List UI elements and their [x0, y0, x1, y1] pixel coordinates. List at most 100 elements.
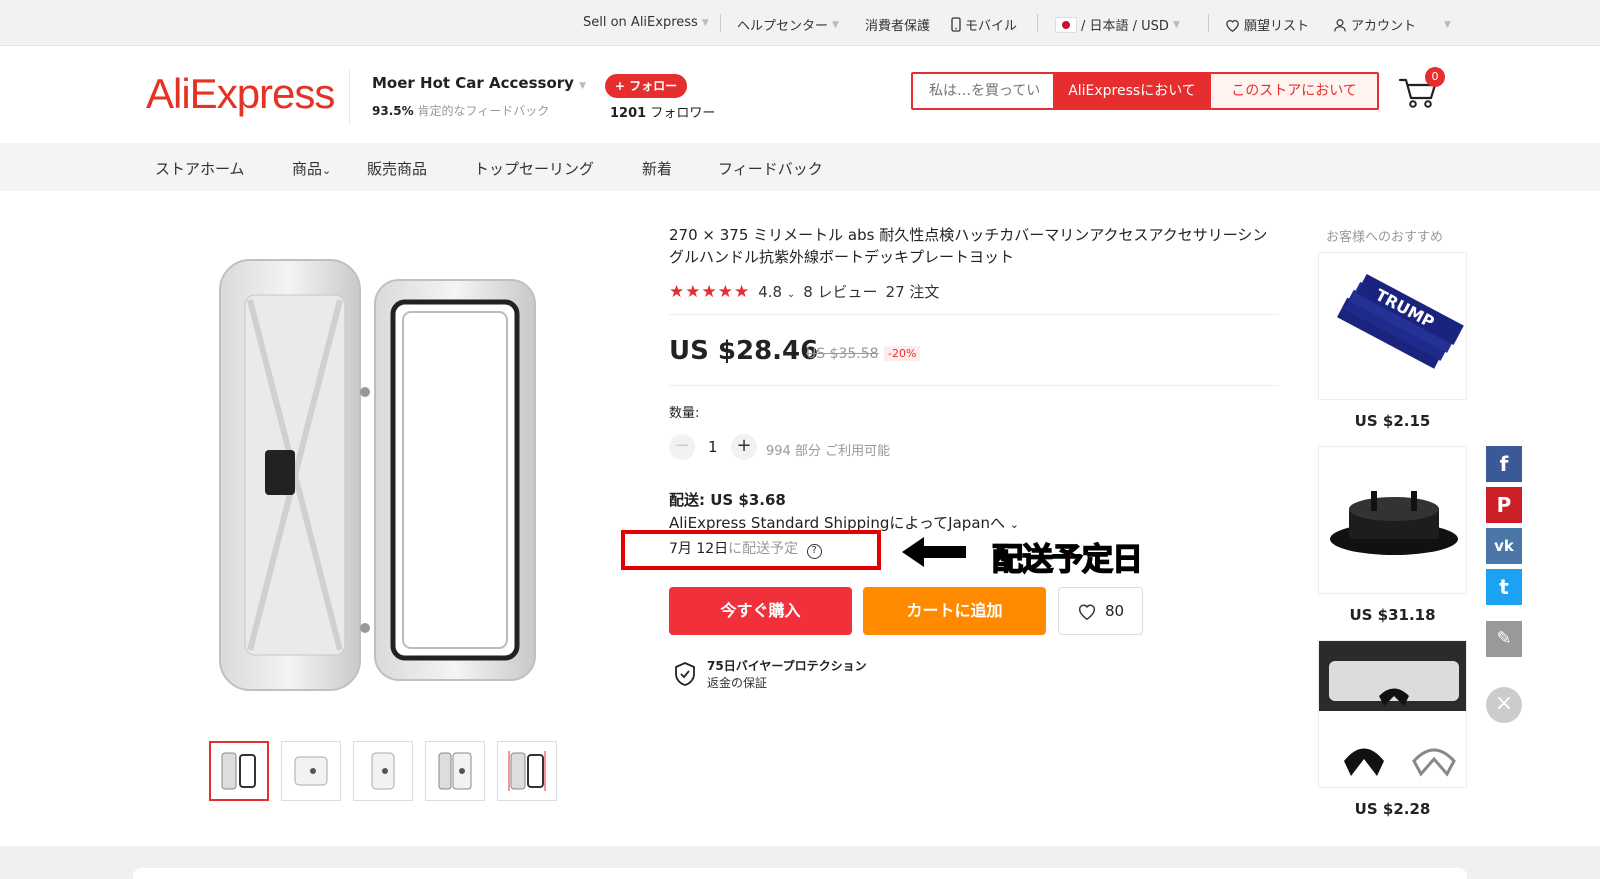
- review-count[interactable]: 8 レビュー: [803, 281, 877, 302]
- mobile-label: モバイル: [965, 19, 1018, 34]
- twitter-share-icon[interactable]: t: [1486, 569, 1522, 605]
- quantity-value[interactable]: 1: [708, 438, 718, 456]
- recommended-product-3[interactable]: [1318, 640, 1467, 788]
- recommendations-title: お客様へのおすすめ: [1326, 230, 1444, 245]
- chevron-down-icon: ▼: [832, 19, 839, 30]
- vk-share-icon[interactable]: vk: [1486, 528, 1522, 564]
- japan-flag-icon: [1055, 16, 1077, 33]
- annotation-arrow-left-icon: [902, 537, 966, 567]
- hatch-top-thumbnail-icon: [294, 756, 328, 786]
- nav-sale-items[interactable]: 販売商品: [367, 158, 427, 179]
- help-label: ヘルプセンター: [737, 19, 829, 34]
- mobile-icon: [951, 17, 961, 32]
- product-main-image[interactable]: [205, 240, 565, 710]
- bumper-sticker-image: TRUMP: [1319, 253, 1466, 399]
- recommended-price-2: US $31.18: [1349, 606, 1436, 624]
- search-bar: AliExpressにおいて このストアにおいて: [911, 72, 1379, 110]
- wishlist-label: 願望リスト: [1244, 19, 1310, 34]
- cart-count-badge: 0: [1425, 67, 1445, 87]
- edit-pencil-icon[interactable]: ✎: [1486, 621, 1522, 657]
- help-center-link[interactable]: ヘルプセンター ▼: [737, 15, 839, 34]
- star-rating-icon: ★★★★★: [669, 281, 751, 302]
- store-name[interactable]: Moer Hot Car Accessory ▼: [372, 74, 586, 92]
- sell-label: Sell on AliExpress: [583, 15, 698, 30]
- thumbnail-4[interactable]: [425, 741, 485, 801]
- mobile-link[interactable]: モバイル: [951, 15, 1017, 34]
- heart-icon: [1078, 604, 1096, 620]
- chevron-down-icon: ⌄: [322, 164, 332, 177]
- nav-new-arrivals[interactable]: 新着: [642, 158, 672, 179]
- chevron-down-icon: ▼: [579, 81, 587, 91]
- add-to-cart-button[interactable]: カートに追加: [863, 587, 1046, 635]
- quantity-label: 数量:: [669, 406, 700, 421]
- pinterest-share-icon[interactable]: P: [1486, 487, 1522, 523]
- sell-on-aliexpress-link[interactable]: Sell on AliExpress ▼: [583, 15, 709, 30]
- followers-label: フォロワー: [650, 106, 716, 121]
- wishlist-link[interactable]: 願望リスト: [1225, 15, 1309, 34]
- buyer-protection-link[interactable]: 消費者保護: [865, 15, 930, 34]
- buyer-protection-label: 消費者保護: [865, 19, 931, 34]
- divider: [1208, 14, 1209, 32]
- thumbnail-3[interactable]: [353, 741, 413, 801]
- nav-top-selling[interactable]: トップセーリング: [474, 158, 594, 179]
- hatch-dimensions-thumbnail-icon: [508, 751, 546, 791]
- search-input[interactable]: [913, 74, 1053, 108]
- shield-check-icon: [675, 662, 695, 686]
- chevron-down-icon: ⌄: [786, 288, 796, 300]
- divider: [669, 385, 1279, 386]
- nav-products[interactable]: 商品⌄: [292, 158, 331, 179]
- follow-button[interactable]: + フォロー: [605, 74, 687, 98]
- divider: [1037, 14, 1038, 32]
- quantity-increase-button[interactable]: +: [731, 434, 757, 460]
- search-store-button[interactable]: このストアにおいて: [1211, 74, 1377, 108]
- quantity-decrease-button[interactable]: −: [669, 434, 695, 460]
- language-currency-selector[interactable]: / 日本語 / USD ▼: [1055, 15, 1180, 34]
- nav-feedback[interactable]: フィードバック: [718, 158, 823, 179]
- followers-count: 1201 フォロワー: [610, 102, 715, 121]
- porthole-image: [1319, 447, 1466, 593]
- hatch-open-thumbnail-icon: [221, 752, 256, 790]
- rating-value[interactable]: 4.8 ⌄: [758, 283, 795, 301]
- recommended-product-2[interactable]: [1318, 446, 1467, 594]
- feedback-percent: 93.5%: [372, 104, 414, 118]
- wishlist-count: 80: [1104, 602, 1125, 620]
- discount-badge: -20%: [884, 346, 921, 361]
- rating-row: ★★★★★ 4.8 ⌄ 8 レビュー 27 注文: [669, 281, 939, 302]
- chevron-down-icon: ⌄: [1009, 518, 1020, 531]
- top-utility-bar: Sell on AliExpress ▼ ヘルプセンター ▼ 消費者保護 モバイル …: [0, 0, 1600, 46]
- followers-number: 1201: [610, 106, 647, 121]
- divider: [720, 14, 721, 32]
- protection-title: 75日バイヤープロテクション: [707, 659, 867, 673]
- thumbnail-5[interactable]: [497, 741, 557, 801]
- thumbnail-strip: [209, 741, 557, 801]
- thumbnail-1[interactable]: [209, 741, 269, 801]
- thumbnail-2[interactable]: [281, 741, 341, 801]
- store-name-text: Moer Hot Car Accessory: [372, 74, 574, 92]
- rating-number: 4.8: [758, 282, 783, 301]
- divider: [669, 314, 1279, 315]
- locale-label: / 日本語 / USD: [1081, 19, 1169, 34]
- wishlist-button[interactable]: 80: [1058, 587, 1143, 635]
- footer-card: [133, 868, 1467, 879]
- feedback-label: 肯定的なフィードバック: [417, 104, 550, 118]
- recommended-product-1[interactable]: TRUMP: [1318, 252, 1467, 400]
- hatch-front-thumbnail-icon: [371, 752, 395, 790]
- store-feedback: 93.5% 肯定的なフィードバック: [372, 102, 549, 119]
- chevron-down-icon: ▼: [1444, 19, 1451, 30]
- account-link[interactable]: アカウント ▼: [1333, 15, 1451, 34]
- protection-subtitle: 返金の保証: [707, 676, 768, 690]
- chevron-down-icon: ▼: [1172, 19, 1180, 30]
- close-icon[interactable]: ×: [1486, 687, 1522, 723]
- shipping-cost: 配送: US $3.68: [669, 491, 786, 509]
- aliexpress-logo[interactable]: AliExpress: [146, 70, 335, 118]
- chevron-down-icon: ▼: [701, 17, 709, 28]
- recommended-price-1: US $2.15: [1354, 412, 1431, 430]
- hatch-side-thumbnail-icon: [438, 752, 472, 790]
- annotation-label: 配送予定日: [991, 541, 1144, 579]
- nav-store-home[interactable]: ストアホーム: [155, 158, 245, 179]
- car-emblem-image: [1319, 641, 1466, 787]
- search-aliexpress-button[interactable]: AliExpressにおいて: [1053, 74, 1211, 108]
- facebook-share-icon[interactable]: f: [1486, 446, 1522, 482]
- buyer-protection[interactable]: 75日バイヤープロテクション 返金の保証: [673, 657, 867, 691]
- buy-now-button[interactable]: 今すぐ購入: [669, 587, 852, 635]
